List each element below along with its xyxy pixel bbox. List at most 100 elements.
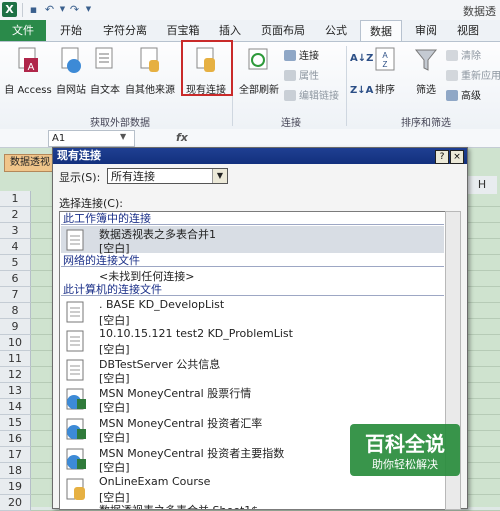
list-item[interactable]: . BASE KD_DevelopList [空白] (61, 298, 444, 327)
sort-button[interactable]: AZ 排序 (370, 46, 400, 96)
from-other-sources-button[interactable]: 自其他来源 (122, 46, 178, 96)
row-header[interactable]: 4 (0, 239, 31, 255)
pivot-sheet-tab[interactable]: 数据透视 (4, 154, 56, 172)
formula-bar: A1 ▼ fx (0, 129, 500, 148)
table-connection-icon (66, 359, 84, 381)
row-header[interactable]: 12 (0, 367, 31, 383)
row-header[interactable]: 3 (0, 223, 31, 239)
column-header-h[interactable]: H (466, 176, 497, 194)
row-header[interactable]: 17 (0, 447, 31, 463)
close-button[interactable]: × (450, 150, 464, 164)
undo-icon[interactable]: ↶ (43, 3, 56, 16)
row-header[interactable]: 11 (0, 351, 31, 367)
filter-button[interactable]: 筛选 (410, 46, 442, 96)
list-item[interactable]: 数据透视表之多表合并1 [空白] (61, 226, 444, 255)
insert-function-icon[interactable]: fx (176, 131, 188, 144)
tab-data[interactable]: 数据 (360, 20, 402, 42)
from-web-label: 自网站 (56, 85, 86, 96)
connections-icon (284, 50, 296, 61)
show-select[interactable]: 所有连接 ▼ (107, 168, 228, 184)
row-header[interactable]: 20 (0, 495, 31, 511)
show-label: 显示(S): (59, 171, 101, 184)
row-header[interactable]: 7 (0, 287, 31, 303)
other-sources-icon (140, 47, 159, 72)
group-label-sort-filter: 排序和筛选 (401, 118, 451, 129)
dialog-title: 现有连接 (53, 148, 467, 164)
tab-insert[interactable]: 插入 (212, 20, 248, 41)
group-separator (346, 46, 347, 126)
excel-logo-icon[interactable]: X (2, 2, 17, 17)
select-connection-label: 选择连接(C): (59, 197, 123, 210)
list-item-empty: <未找到任何连接> (61, 268, 444, 283)
filter-icon (414, 49, 438, 71)
tab-formulas[interactable]: 公式 (318, 20, 354, 41)
separator (22, 3, 23, 17)
item-name: 10.10.15.121 test2 KD_ProblemList (99, 327, 293, 340)
row-header[interactable]: 2 (0, 207, 31, 223)
filter-label: 筛选 (416, 85, 436, 96)
from-web-button[interactable]: 自网站 (54, 46, 88, 96)
from-text-button[interactable]: 自文本 (88, 46, 122, 96)
section-workbook-connections: 此工作簿中的连接 (61, 212, 444, 225)
tab-view[interactable]: 视图 (450, 20, 486, 41)
row-header[interactable]: 19 (0, 479, 31, 495)
row-header[interactable]: 5 (0, 255, 31, 271)
list-item[interactable]: 10.10.15.121 test2 KD_ProblemList [空白] (61, 327, 444, 356)
properties-button[interactable]: 属性 (284, 68, 319, 85)
row-header[interactable]: 1 (0, 191, 31, 207)
row-header[interactable]: 9 (0, 319, 31, 335)
help-button[interactable]: ? (435, 150, 449, 164)
from-access-button[interactable]: A 自 Access (2, 46, 54, 96)
quick-access-dropdown-icon[interactable]: ▼ (82, 3, 95, 16)
advanced-label: 高级 (461, 91, 481, 102)
web-query-icon (66, 418, 86, 440)
row-header[interactable]: 13 (0, 383, 31, 399)
item-name: 数据透视表之多表合并 Sheet1$ (99, 502, 258, 509)
name-box-dropdown-icon[interactable]: ▼ (120, 132, 126, 141)
tab-toolbox[interactable]: 百宝箱 (160, 20, 206, 41)
clear-button[interactable]: 清除 (446, 48, 481, 65)
refresh-all-label: 全部刷新 (239, 85, 279, 96)
row-header[interactable]: 8 (0, 303, 31, 319)
from-text-label: 自文本 (90, 85, 120, 96)
list-item[interactable]: 数据透视表之多表合并 Sheet1$ (61, 502, 444, 509)
web-icon (61, 47, 81, 73)
tab-page-layout[interactable]: 页面布局 (254, 20, 312, 41)
row-header[interactable]: 14 (0, 399, 31, 415)
row-header[interactable]: 16 (0, 431, 31, 447)
tab-char-split[interactable]: 字符分离 (96, 20, 154, 41)
item-desc: [空白] (99, 431, 130, 444)
sort-label: 排序 (375, 85, 395, 96)
tab-file[interactable]: 文件 (0, 20, 46, 41)
row-header[interactable]: 15 (0, 415, 31, 431)
table-connection-icon (66, 301, 84, 323)
save-icon[interactable]: ▪ (27, 3, 40, 16)
row-header[interactable]: 6 (0, 271, 31, 287)
connections-label: 连接 (299, 51, 319, 62)
ribbon: A 自 Access 自网站 自文本 自其他来源 现有连接 获取外部数据 全部刷… (0, 41, 500, 130)
show-select-value: 所有连接 (111, 170, 155, 183)
list-item[interactable]: OnLineExam Course [空白] (61, 475, 444, 504)
edit-links-button[interactable]: 编辑链接 (284, 88, 339, 105)
row-header[interactable]: 10 (0, 335, 31, 351)
reapply-icon (446, 70, 458, 81)
from-access-label: 自 Access (4, 85, 52, 96)
svg-text:Z: Z (383, 60, 388, 69)
connections-button[interactable]: 连接 (284, 48, 319, 65)
tab-review[interactable]: 审阅 (408, 20, 444, 41)
redo-icon[interactable]: ↷ (68, 3, 81, 16)
refresh-all-button[interactable]: 全部刷新 (236, 46, 282, 96)
group-label-external-data: 获取外部数据 (90, 118, 150, 129)
item-name: <未找到任何连接> (99, 270, 195, 283)
properties-label: 属性 (299, 71, 319, 82)
item-desc: [空白] (99, 461, 130, 474)
chevron-down-icon[interactable]: ▼ (212, 169, 227, 183)
list-item[interactable]: DBTestServer 公共信息 [空白] (61, 356, 444, 385)
list-item[interactable]: MSN MoneyCentral 股票行情 [空白] (61, 385, 444, 414)
reapply-button[interactable]: 重新应用 (446, 68, 500, 85)
tab-home[interactable]: 开始 (52, 20, 90, 41)
row-header[interactable]: 18 (0, 463, 31, 479)
properties-icon (284, 70, 296, 81)
advanced-button[interactable]: 高级 (446, 88, 481, 105)
web-query-icon (66, 448, 86, 470)
